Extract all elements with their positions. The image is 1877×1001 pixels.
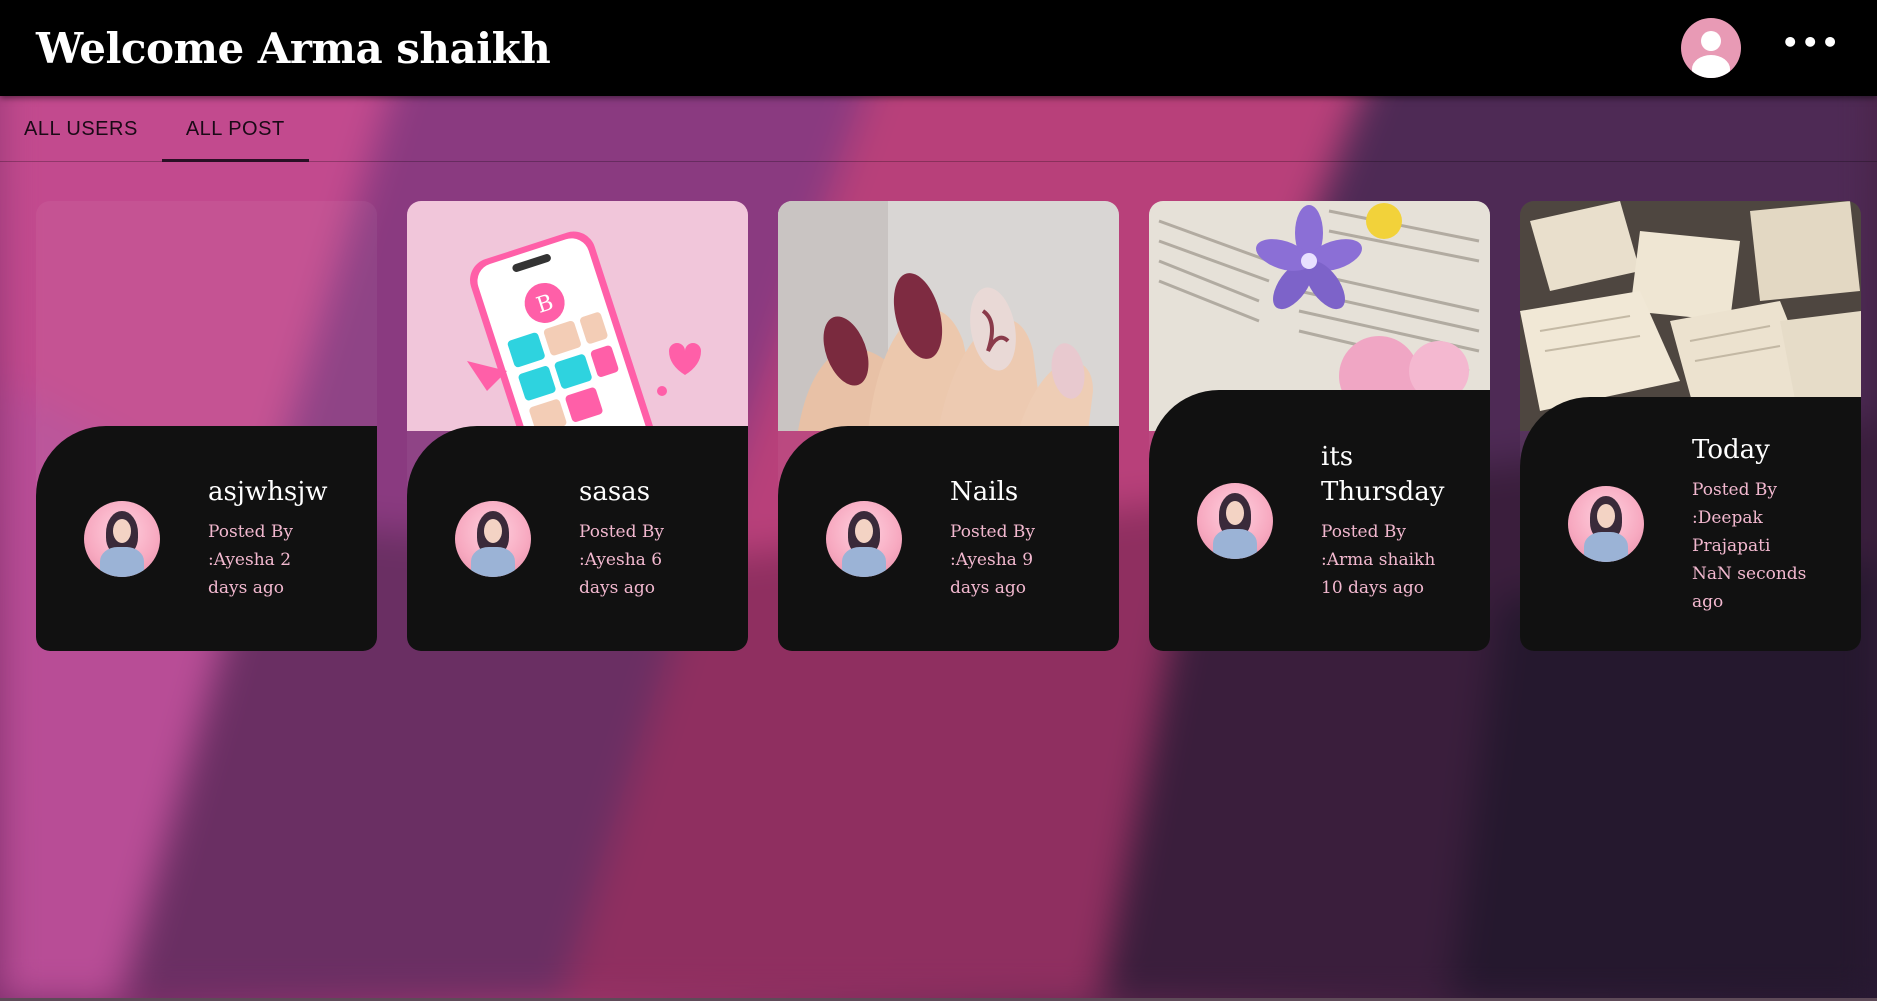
- post-image-empty: [36, 201, 377, 431]
- post-meta: Posted By :Ayesha 6 days ago: [579, 522, 664, 598]
- user-avatar-button[interactable]: [1681, 18, 1742, 78]
- user-icon-body: [1692, 55, 1731, 78]
- author-avatar: [826, 500, 902, 577]
- post-meta: Posted By :Ayesha 2 days ago: [208, 522, 293, 598]
- post-title: its Thursday: [1321, 441, 1445, 507]
- more-options-icon[interactable]: •••: [1781, 25, 1841, 71]
- app-bar: Welcome Arma shaikh •••: [0, 0, 1877, 96]
- post-image-phone: B: [407, 201, 748, 431]
- tab-all-post[interactable]: ALL POST: [161, 96, 309, 162]
- post-card-list: asjwhsjw Posted By :Ayesha 2 days ago B: [36, 201, 1861, 651]
- post-info-panel: its Thursday Posted By :Arma shaikh 10 d…: [1149, 390, 1490, 651]
- post-info-panel: Today Posted By :Deepak Prajapati NaN se…: [1520, 397, 1861, 651]
- post-meta: Posted By :Deepak Prajapati NaN seconds …: [1692, 479, 1807, 612]
- post-meta: Posted By :Ayesha 9 days ago: [950, 522, 1035, 598]
- post-card[interactable]: its Thursday Posted By :Arma shaikh 10 d…: [1149, 201, 1490, 651]
- post-title: asjwhsjw: [208, 477, 328, 507]
- post-meta: Posted By :Arma shaikh 10 days ago: [1321, 521, 1436, 598]
- post-info-panel: asjwhsjw Posted By :Ayesha 2 days ago: [36, 426, 377, 651]
- author-avatar: [455, 500, 531, 577]
- user-icon-head: [1701, 31, 1722, 51]
- post-card[interactable]: asjwhsjw Posted By :Ayesha 2 days ago: [36, 201, 377, 651]
- author-avatar: [1197, 482, 1273, 559]
- post-title: sasas: [579, 477, 651, 507]
- tab-all-users[interactable]: ALL USERS: [0, 96, 162, 162]
- post-card[interactable]: B sasas Posted By :Ayesha 6 days ago: [407, 201, 748, 651]
- post-info-panel: Nails Posted By :Ayesha 9 days ago: [778, 426, 1119, 651]
- author-avatar: [1568, 486, 1644, 562]
- tab-bar: ALL USERS ALL POST: [0, 96, 1877, 162]
- post-info-panel: sasas Posted By :Ayesha 6 days ago: [407, 426, 748, 651]
- author-avatar: [84, 500, 160, 577]
- post-title: Nails: [950, 477, 1019, 507]
- post-card[interactable]: Today Posted By :Deepak Prajapati NaN se…: [1520, 201, 1861, 651]
- page-title: Welcome Arma shaikh: [36, 23, 551, 73]
- post-card[interactable]: Nails Posted By :Ayesha 9 days ago: [778, 201, 1119, 651]
- post-image-nails: [778, 201, 1119, 431]
- post-title: Today: [1692, 434, 1770, 465]
- app-bar-actions: •••: [1681, 18, 1841, 78]
